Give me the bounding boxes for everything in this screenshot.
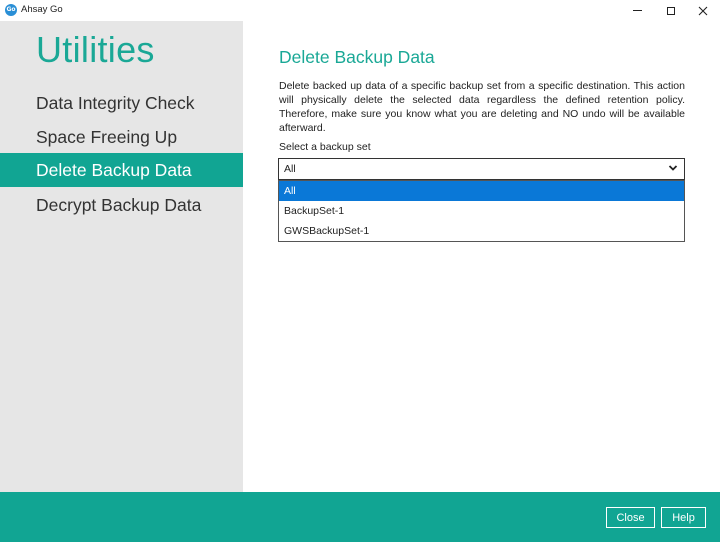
sidebar: Utilities Data Integrity Check Space Fre… xyxy=(0,21,243,492)
maximize-icon xyxy=(667,6,675,15)
minimize-button[interactable] xyxy=(620,0,654,21)
sidebar-item-space-freeing-up[interactable]: Space Freeing Up xyxy=(0,120,243,154)
dropdown-option-all[interactable]: All xyxy=(279,181,684,201)
dropdown-option-backupset-1[interactable]: BackupSet-1 xyxy=(279,201,684,221)
dropdown-option-gwsbackupset-1[interactable]: GWSBackupSet-1 xyxy=(279,221,684,241)
help-button[interactable]: Help xyxy=(661,507,706,528)
close-icon xyxy=(698,6,708,15)
page-title: Delete Backup Data xyxy=(279,47,435,67)
main-content: Delete Backup Data Delete backed up data… xyxy=(243,21,720,492)
sidebar-item-data-integrity-check[interactable]: Data Integrity Check xyxy=(0,86,243,120)
backup-set-label: Select a backup set xyxy=(279,141,371,153)
backup-set-dropdown-list: All BackupSet-1 GWSBackupSet-1 xyxy=(278,180,685,242)
select-value: All xyxy=(284,163,296,175)
description-text: Delete backed up data of a specific back… xyxy=(279,80,685,134)
window-title: Ahsay Go xyxy=(21,4,63,15)
window-close-button[interactable] xyxy=(686,0,720,21)
sidebar-item-decrypt-backup-data[interactable]: Decrypt Backup Data xyxy=(0,188,243,222)
sidebar-title: Utilities xyxy=(36,29,155,70)
minimize-icon xyxy=(632,10,642,11)
sidebar-item-delete-backup-data[interactable]: Delete Backup Data xyxy=(0,153,243,187)
chevron-down-icon xyxy=(668,165,678,171)
maximize-button[interactable] xyxy=(654,0,688,21)
ahsay-go-logo-icon: Go xyxy=(5,4,17,16)
close-button[interactable]: Close xyxy=(606,507,655,528)
footer-bar: Close Help xyxy=(0,492,720,542)
backup-set-select[interactable]: All xyxy=(278,158,685,180)
title-bar: Go Ahsay Go xyxy=(0,0,720,21)
